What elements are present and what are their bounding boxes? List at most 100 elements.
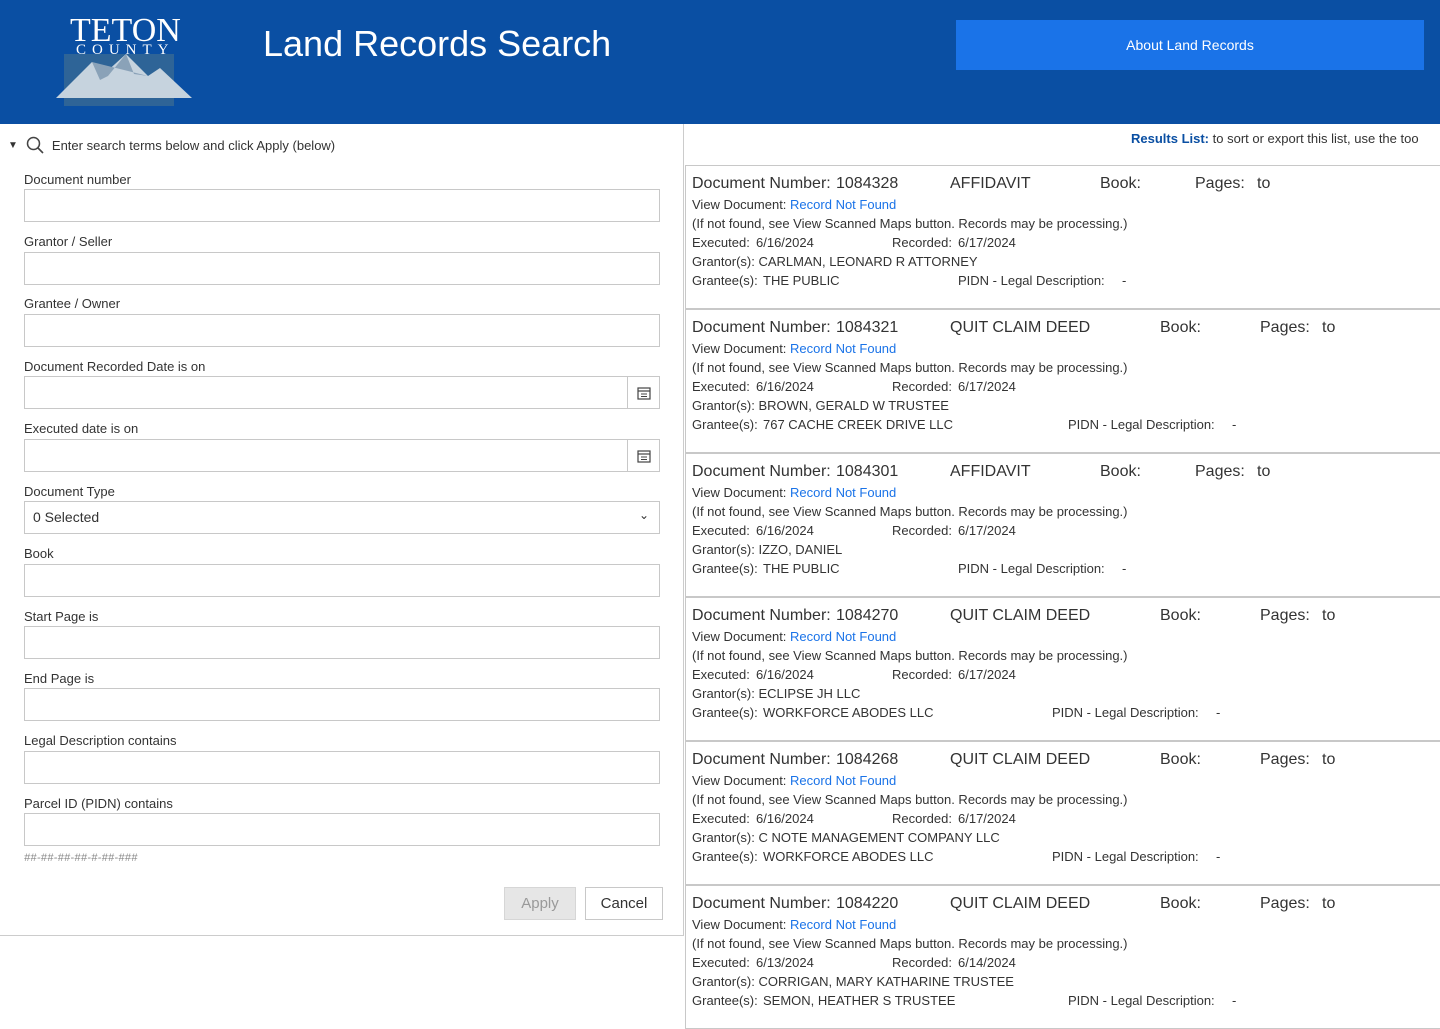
view-document-label: View Document:: [692, 917, 787, 932]
parcel-id-input[interactable]: [24, 813, 660, 846]
dates-row: Executed: 6/13/2024 Recorded: 6/14/2024: [692, 955, 1432, 973]
executed-value: 6/16/2024: [756, 235, 814, 250]
record-not-found-link[interactable]: Record Not Found: [790, 197, 896, 212]
pages-to-label: to: [1257, 175, 1271, 192]
pages-to-label: to: [1322, 751, 1336, 768]
grantor-row: Grantor(s): BROWN, GERALD W TRUSTEE: [692, 398, 949, 413]
search-icon: [26, 136, 44, 154]
grantee-row: Grantee(s): THE PUBLIC PIDN - Legal Desc…: [692, 561, 1432, 579]
doc-number-label: Document Number:: [692, 319, 831, 336]
search-panel-toggle[interactable]: ▼ Enter search terms below and click App…: [8, 136, 335, 154]
page-title: Land Records Search: [263, 23, 612, 64]
app-header: TETON COUNTY Land Records Search About L…: [0, 0, 1440, 124]
grantor-input[interactable]: [24, 252, 660, 285]
grantors-value: C NOTE MANAGEMENT COMPANY LLC: [758, 830, 1000, 845]
not-found-note: (If not found, see View Scanned Maps but…: [692, 648, 1128, 663]
record-not-found-link[interactable]: Record Not Found: [790, 773, 896, 788]
grantee-label: Grantee / Owner: [24, 296, 121, 311]
doc-number-value: 1084301: [836, 463, 899, 480]
pidn-value: -: [1232, 993, 1237, 1008]
document-number-label: Document number: [24, 172, 131, 187]
record-not-found-link[interactable]: Record Not Found: [790, 917, 896, 932]
result-card: Document Number: 1084321 QUIT CLAIM DEED…: [685, 309, 1440, 453]
document-number-input[interactable]: [24, 189, 660, 222]
document-type-select[interactable]: 0 Selected ⌄: [24, 501, 660, 534]
grantee-row: Grantee(s): THE PUBLIC PIDN - Legal Desc…: [692, 273, 1432, 291]
not-found-note: (If not found, see View Scanned Maps but…: [692, 792, 1128, 807]
doc-number-value: 1084268: [836, 751, 899, 768]
view-document-row: View Document: Record Not Found: [692, 629, 896, 644]
apply-button[interactable]: Apply: [504, 887, 576, 920]
recorded-date-label: Document Recorded Date is on: [24, 359, 206, 374]
record-not-found-link[interactable]: Record Not Found: [790, 341, 896, 356]
document-type-value: QUIT CLAIM DEED: [950, 319, 1091, 336]
executed-label: Executed:: [692, 955, 750, 970]
document-type-label: Document Type: [24, 484, 115, 499]
recorded-value: 6/17/2024: [958, 235, 1016, 250]
pages-label: Pages:: [1260, 751, 1310, 768]
legal-description-input[interactable]: [24, 751, 660, 784]
grantees-value: THE PUBLIC: [763, 273, 840, 288]
search-instructions: Enter search terms below and click Apply…: [51, 137, 336, 153]
grantees-label: Grantee(s):: [692, 993, 758, 1008]
recorded-label: Recorded:: [892, 667, 952, 682]
executed-date-label: Executed date is on: [24, 421, 139, 436]
cancel-button[interactable]: Cancel: [585, 887, 663, 920]
grantee-row: Grantee(s): SEMON, HEATHER S TRUSTEE PID…: [692, 993, 1432, 1011]
grantee-row: Grantee(s): WORKFORCE ABODES LLC PIDN - …: [692, 849, 1432, 867]
parcel-id-label: Parcel ID (PIDN) contains: [24, 796, 173, 811]
book-label: Book:: [1160, 607, 1201, 624]
record-not-found-link[interactable]: Record Not Found: [790, 629, 896, 644]
recorded-value: 6/17/2024: [958, 379, 1016, 394]
calendar-icon[interactable]: [627, 440, 659, 471]
teton-county-logo: TETON COUNTY: [52, 10, 194, 112]
calendar-icon[interactable]: [627, 377, 659, 408]
book-label: Book:: [1160, 895, 1201, 912]
executed-label: Executed:: [692, 523, 750, 538]
about-land-records-button[interactable]: About Land Records: [956, 20, 1424, 70]
book-label: Book:: [1100, 463, 1141, 480]
grantor-row: Grantor(s): CORRIGAN, MARY KATHARINE TRU…: [692, 974, 1014, 989]
record-not-found-link[interactable]: Record Not Found: [790, 485, 896, 500]
pages-label: Pages:: [1260, 895, 1310, 912]
doc-number-label: Document Number:: [692, 175, 831, 192]
grantees-value: 767 CACHE CREEK DRIVE LLC: [763, 417, 954, 432]
grantors-value: CORRIGAN, MARY KATHARINE TRUSTEE: [758, 974, 1014, 989]
book-input[interactable]: [24, 564, 660, 597]
not-found-note: (If not found, see View Scanned Maps but…: [692, 216, 1128, 231]
result-card: Document Number: 1084301 AFFIDAVIT Book:…: [685, 453, 1440, 597]
recorded-value: 6/17/2024: [958, 667, 1016, 682]
caret-down-icon[interactable]: ▼: [8, 140, 18, 151]
executed-label: Executed:: [692, 235, 750, 250]
recorded-value: 6/17/2024: [958, 811, 1016, 826]
dates-row: Executed: 6/16/2024 Recorded: 6/17/2024: [692, 667, 1432, 685]
end-page-input[interactable]: [24, 688, 660, 721]
result-title-row: Document Number: 1084220 QUIT CLAIM DEED…: [692, 895, 1432, 917]
pidn-value: -: [1122, 273, 1127, 288]
pidn-value: -: [1216, 849, 1221, 864]
dates-row: Executed: 6/16/2024 Recorded: 6/17/2024: [692, 235, 1432, 253]
start-page-input[interactable]: [24, 626, 660, 659]
recorded-date-input[interactable]: [24, 376, 660, 409]
pidn-label: PIDN - Legal Description:: [958, 273, 1105, 288]
results-list-header: Results List: to sort or export this lis…: [1131, 131, 1419, 146]
executed-value: 6/16/2024: [756, 811, 814, 826]
grantees-label: Grantee(s):: [692, 273, 758, 288]
pidn-value: -: [1122, 561, 1127, 576]
grantors-label: Grantor(s):: [692, 254, 755, 269]
start-page-label: Start Page is: [24, 609, 99, 624]
document-type-value: 0 Selected: [33, 509, 100, 525]
doc-number-value: 1084328: [836, 175, 899, 192]
view-document-row: View Document: Record Not Found: [692, 485, 896, 500]
recorded-label: Recorded:: [892, 523, 952, 538]
legal-description-label: Legal Description contains: [24, 733, 177, 748]
executed-date-input[interactable]: [24, 439, 660, 472]
pages-label: Pages:: [1195, 463, 1245, 480]
view-document-row: View Document: Record Not Found: [692, 917, 896, 932]
grantors-label: Grantor(s):: [692, 974, 755, 989]
grantor-row: Grantor(s): C NOTE MANAGEMENT COMPANY LL…: [692, 830, 1000, 845]
executed-label: Executed:: [692, 667, 750, 682]
executed-value: 6/16/2024: [756, 523, 814, 538]
grantee-input[interactable]: [24, 314, 660, 347]
result-title-row: Document Number: 1084268 QUIT CLAIM DEED…: [692, 751, 1432, 773]
